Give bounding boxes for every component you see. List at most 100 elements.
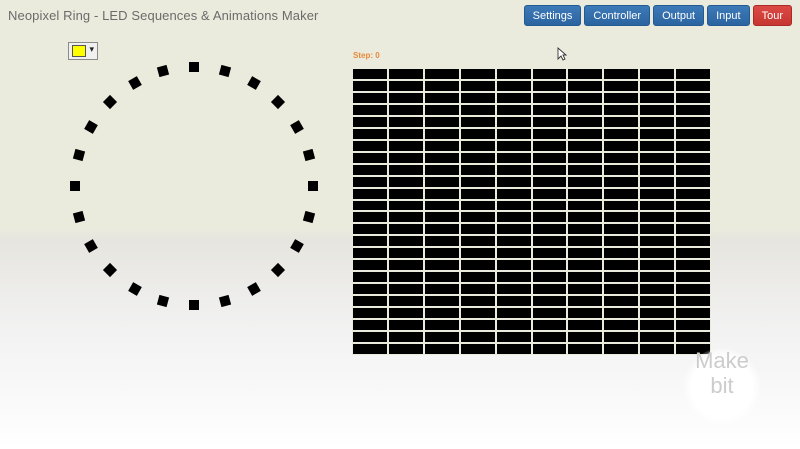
- sequence-cell[interactable]: [532, 248, 567, 259]
- sequence-cell[interactable]: [460, 128, 495, 139]
- sequence-cell[interactable]: [676, 332, 710, 343]
- sequence-cell[interactable]: [604, 308, 639, 319]
- sequence-cell[interactable]: [496, 248, 531, 259]
- sequence-cell[interactable]: [388, 272, 423, 283]
- sequence-cell[interactable]: [460, 104, 495, 115]
- sequence-cell[interactable]: [604, 128, 639, 139]
- sequence-cell[interactable]: [676, 284, 710, 295]
- led-pixel[interactable]: [157, 64, 170, 78]
- sequence-cell[interactable]: [496, 212, 531, 223]
- sequence-cell[interactable]: [388, 248, 423, 259]
- sequence-cell[interactable]: [496, 308, 531, 319]
- sequence-cell[interactable]: [353, 92, 387, 103]
- sequence-cell[interactable]: [496, 104, 531, 115]
- sequence-cell[interactable]: [353, 212, 387, 223]
- sequence-cell[interactable]: [676, 224, 710, 235]
- sequence-cell[interactable]: [640, 260, 675, 271]
- sequence-cell[interactable]: [640, 80, 675, 91]
- sequence-cell[interactable]: [604, 344, 639, 354]
- sequence-cell[interactable]: [424, 188, 459, 199]
- sequence-cell[interactable]: [568, 152, 603, 163]
- sequence-cell[interactable]: [568, 284, 603, 295]
- sequence-cell[interactable]: [460, 152, 495, 163]
- sequence-cell[interactable]: [604, 272, 639, 283]
- sequence-cell[interactable]: [604, 176, 639, 187]
- sequence-cell[interactable]: [568, 308, 603, 319]
- sequence-cell[interactable]: [604, 140, 639, 151]
- sequence-cell[interactable]: [532, 260, 567, 271]
- sequence-cell[interactable]: [388, 152, 423, 163]
- sequence-cell[interactable]: [532, 140, 567, 151]
- sequence-cell[interactable]: [676, 92, 710, 103]
- led-pixel[interactable]: [218, 64, 231, 78]
- led-pixel[interactable]: [246, 282, 261, 296]
- sequence-cell[interactable]: [353, 284, 387, 295]
- sequence-cell[interactable]: [676, 308, 710, 319]
- sequence-cell[interactable]: [424, 260, 459, 271]
- led-pixel[interactable]: [102, 94, 117, 109]
- sequence-cell[interactable]: [353, 344, 387, 354]
- sequence-cell[interactable]: [460, 188, 495, 199]
- sequence-cell[interactable]: [388, 140, 423, 151]
- sequence-cell[interactable]: [676, 236, 710, 247]
- sequence-cell[interactable]: [676, 128, 710, 139]
- sequence-cell[interactable]: [424, 92, 459, 103]
- sequence-cell[interactable]: [496, 188, 531, 199]
- sequence-cell[interactable]: [568, 344, 603, 354]
- sequence-cell[interactable]: [640, 152, 675, 163]
- sequence-cell[interactable]: [532, 116, 567, 127]
- sequence-cell[interactable]: [424, 284, 459, 295]
- sequence-cell[interactable]: [424, 236, 459, 247]
- sequence-cell[interactable]: [460, 284, 495, 295]
- led-pixel[interactable]: [157, 294, 170, 308]
- sequence-cell[interactable]: [532, 164, 567, 175]
- sequence-cell[interactable]: [676, 80, 710, 91]
- sequence-cell[interactable]: [496, 260, 531, 271]
- sequence-cell[interactable]: [460, 200, 495, 211]
- led-pixel[interactable]: [290, 238, 304, 253]
- sequence-cell[interactable]: [676, 140, 710, 151]
- sequence-cell[interactable]: [676, 272, 710, 283]
- sequence-cell[interactable]: [640, 116, 675, 127]
- sequence-cell[interactable]: [676, 69, 710, 79]
- sequence-cell[interactable]: [604, 320, 639, 331]
- sequence-cell[interactable]: [460, 140, 495, 151]
- sequence-cell[interactable]: [496, 176, 531, 187]
- sequence-cell[interactable]: [460, 248, 495, 259]
- sequence-cell[interactable]: [568, 332, 603, 343]
- sequence-cell[interactable]: [460, 164, 495, 175]
- sequence-cell[interactable]: [388, 296, 423, 307]
- sequence-cell[interactable]: [532, 200, 567, 211]
- sequence-cell[interactable]: [388, 224, 423, 235]
- sequence-cell[interactable]: [532, 80, 567, 91]
- sequence-cell[interactable]: [388, 344, 423, 354]
- sequence-cell[interactable]: [388, 332, 423, 343]
- sequence-cell[interactable]: [604, 80, 639, 91]
- sequence-cell[interactable]: [640, 176, 675, 187]
- sequence-cell[interactable]: [388, 200, 423, 211]
- sequence-cell[interactable]: [424, 164, 459, 175]
- sequence-cell[interactable]: [388, 92, 423, 103]
- sequence-cell[interactable]: [424, 128, 459, 139]
- sequence-cell[interactable]: [496, 284, 531, 295]
- sequence-cell[interactable]: [568, 116, 603, 127]
- led-pixel[interactable]: [218, 294, 231, 308]
- sequence-cell[interactable]: [640, 188, 675, 199]
- sequence-cell[interactable]: [568, 92, 603, 103]
- led-pixel[interactable]: [271, 94, 286, 109]
- sequence-cell[interactable]: [640, 212, 675, 223]
- sequence-cell[interactable]: [496, 80, 531, 91]
- sequence-cell[interactable]: [676, 176, 710, 187]
- sequence-cell[interactable]: [424, 344, 459, 354]
- sequence-cell[interactable]: [496, 236, 531, 247]
- sequence-cell[interactable]: [353, 272, 387, 283]
- sequence-cell[interactable]: [496, 128, 531, 139]
- sequence-cell[interactable]: [640, 344, 675, 354]
- sequence-cell[interactable]: [568, 128, 603, 139]
- sequence-cell[interactable]: [640, 308, 675, 319]
- sequence-cell[interactable]: [460, 176, 495, 187]
- sequence-cell[interactable]: [460, 332, 495, 343]
- sequence-cell[interactable]: [460, 260, 495, 271]
- sequence-cell[interactable]: [496, 69, 531, 79]
- sequence-cell[interactable]: [496, 344, 531, 354]
